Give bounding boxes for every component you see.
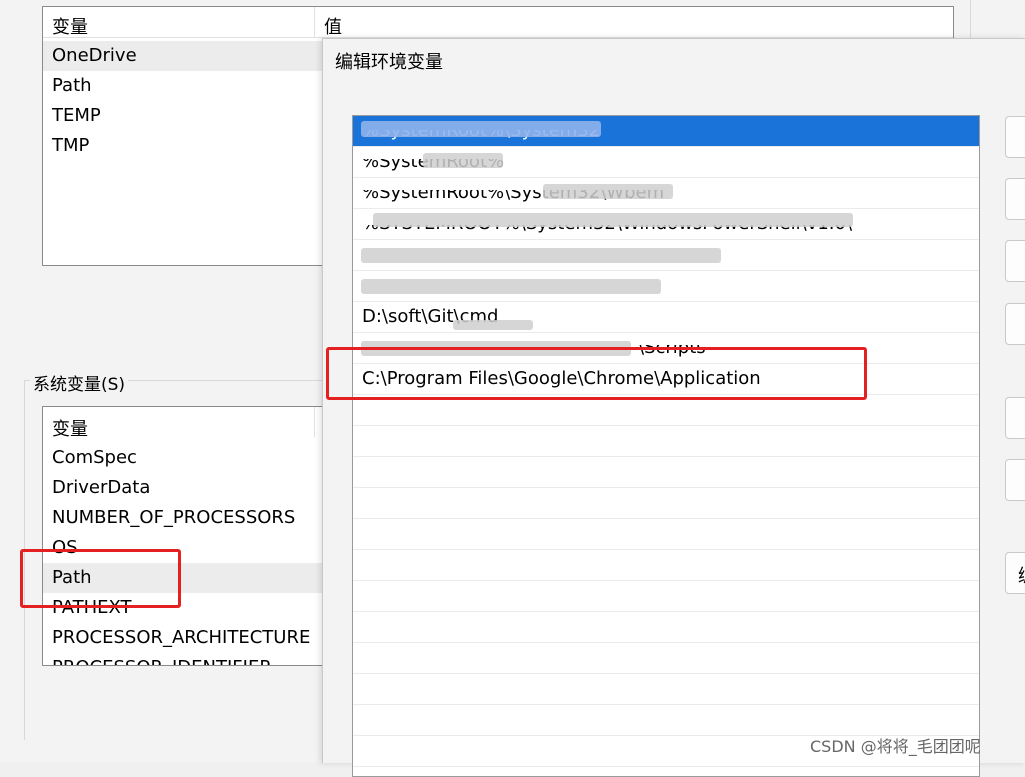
path-entry-empty[interactable] xyxy=(353,426,979,457)
list-item-comspec[interactable]: ComSpec xyxy=(43,443,333,473)
system-variables-list[interactable]: 变量 ComSpec DriverData NUMBER_OF_PROCESSO… xyxy=(42,406,334,666)
system-header-variable[interactable]: 变量 xyxy=(52,415,88,441)
annotation-box-system-path xyxy=(20,549,181,608)
path-entry[interactable] xyxy=(353,271,979,302)
window-edge xyxy=(970,0,971,38)
path-entry[interactable]: D:\soft\Git\cmd xyxy=(353,302,979,333)
path-entry-empty[interactable] xyxy=(353,457,979,488)
user-header-value[interactable]: 值 xyxy=(324,13,342,39)
edit-text-button-label: 编 xyxy=(1018,562,1025,588)
system-variables-header: 变量 xyxy=(43,407,333,440)
redaction xyxy=(543,184,673,199)
path-entry-empty[interactable] xyxy=(353,581,979,612)
list-item-processor-architecture[interactable]: PROCESSOR_ARCHITECTURE xyxy=(43,623,333,653)
path-entry[interactable] xyxy=(353,240,979,271)
path-entry[interactable]: %SYSTEMROOT%\System32\WindowsPowerShell\… xyxy=(353,209,979,240)
browse-button[interactable] xyxy=(1005,240,1025,282)
redaction xyxy=(361,121,601,137)
delete-button[interactable] xyxy=(1005,303,1025,345)
dialog-title: 编辑环境变量 xyxy=(335,52,443,73)
user-variables-header: 变量 值 xyxy=(43,7,953,38)
path-entry[interactable]: %SystemRoot% xyxy=(353,147,979,178)
path-entry-empty[interactable] xyxy=(353,612,979,643)
redaction xyxy=(361,248,721,263)
edit-button[interactable] xyxy=(1005,178,1025,220)
edit-environment-variable-dialog: 编辑环境变量 %SystemRoot%\System32 %SystemRoot… xyxy=(322,38,1025,777)
header-separator[interactable] xyxy=(314,7,315,37)
move-down-button[interactable] xyxy=(1005,459,1025,501)
new-button[interactable] xyxy=(1005,116,1025,158)
user-header-variable[interactable]: 变量 xyxy=(52,13,88,39)
redaction xyxy=(423,153,503,168)
edit-text-button[interactable]: 编 xyxy=(1005,552,1025,594)
list-item-processor-identifier[interactable]: PROCESSOR_IDENTIFIER xyxy=(43,653,333,665)
header-separator[interactable] xyxy=(314,407,315,437)
path-entry[interactable]: %SystemRoot%\System32 xyxy=(353,116,979,147)
move-up-button[interactable] xyxy=(1005,397,1025,439)
redaction xyxy=(373,213,853,227)
path-entry-empty[interactable] xyxy=(353,488,979,519)
path-entry-empty[interactable] xyxy=(353,705,979,736)
list-item-number-of-processors[interactable]: NUMBER_OF_PROCESSORS xyxy=(43,503,333,533)
path-entries-list[interactable]: %SystemRoot%\System32 %SystemRoot% %Syst… xyxy=(352,115,980,777)
path-entry-empty[interactable] xyxy=(353,550,979,581)
system-variables-group-title: 系统变量(S) xyxy=(30,370,129,395)
watermark: CSDN @将将_毛团团呢 xyxy=(810,737,981,756)
redaction xyxy=(361,279,661,294)
path-entry[interactable]: %SystemRoot%\System32\Wbem xyxy=(353,178,979,209)
path-entry-empty[interactable] xyxy=(353,674,979,705)
path-entry-empty[interactable] xyxy=(353,643,979,674)
annotation-box-chrome-path xyxy=(326,347,867,400)
path-entry-empty[interactable] xyxy=(353,519,979,550)
list-item-driverdata[interactable]: DriverData xyxy=(43,473,333,503)
redaction xyxy=(453,320,533,330)
